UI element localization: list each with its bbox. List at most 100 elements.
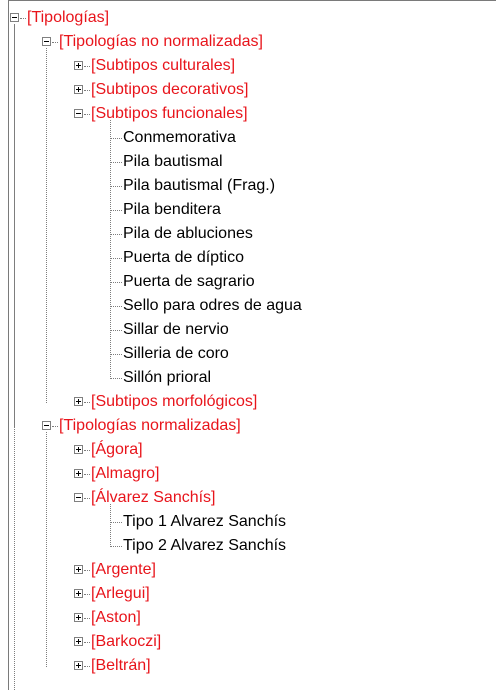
tree-connector-line [110, 330, 122, 331]
tree-connector-line [110, 234, 122, 235]
tree-connector-line [110, 378, 122, 379]
tree-node-label[interactable]: [Subtipos culturales] [91, 57, 235, 75]
expand-toggle-icon[interactable] [74, 661, 83, 670]
tree-connector-line [110, 282, 122, 283]
tree-leaf-puerta-de-sagrario[interactable]: Puerta de sagrario [9, 272, 496, 296]
tree-node-tipologias-normalizadas[interactable]: [Tipologías normalizadas] [9, 416, 496, 440]
collapse-toggle-icon[interactable] [42, 37, 51, 46]
tree-connector-line [84, 498, 90, 499]
tree-leaf-label[interactable]: Tipo 2 Alvarez Sanchís [123, 537, 286, 555]
tree-leaf-label[interactable]: Puerta de díptico [123, 249, 244, 267]
collapse-toggle-icon[interactable] [42, 421, 51, 430]
tree-leaf-silleria-de-coro[interactable]: Silleria de coro [9, 344, 496, 368]
tree-guide-line [110, 504, 111, 547]
tree-node-subtipos-funcionales[interactable]: [Subtipos funcionales] [9, 104, 496, 128]
tree-leaf-puerta-de-diptico[interactable]: Puerta de díptico [9, 248, 496, 272]
tree-node-label[interactable]: [Ágora] [91, 441, 143, 459]
tree-leaf-label[interactable]: Sillar de nervio [123, 321, 229, 339]
tree-node-label[interactable]: [Aston] [91, 609, 141, 627]
tree-connector-line [84, 474, 90, 475]
tree-node-label[interactable]: [Beltrán] [91, 657, 151, 675]
tree-node-subtipos-morfologicos[interactable]: [Subtipos morfológicos] [9, 392, 496, 416]
tree-node-alvarez-sanchis[interactable]: [Álvarez Sanchís] [9, 488, 496, 512]
tree-connector-line [110, 354, 122, 355]
tree-connector-line [84, 402, 90, 403]
tree-leaf-sillon-prioral[interactable]: Sillón prioral [9, 368, 496, 392]
tree-node-tipologias[interactable]: [Tipologías] [9, 8, 496, 32]
tree-leaf-label[interactable]: Silleria de coro [123, 345, 229, 363]
tree-node-almagro[interactable]: [Almagro] [9, 464, 496, 488]
tree-node-label[interactable]: [Tipologías no normalizadas] [59, 33, 263, 51]
tree-guide-line [110, 120, 111, 379]
tree-node-beltran[interactable]: [Beltrán] [9, 656, 496, 680]
tree-node-label[interactable]: [Almagro] [91, 465, 159, 483]
tree-node-argente[interactable]: [Argente] [9, 560, 496, 584]
tree-node-label[interactable]: [Subtipos funcionales] [91, 105, 248, 123]
tree-node-tipologias-no-normalizadas[interactable]: [Tipologías no normalizadas] [9, 32, 496, 56]
tree-leaf-label[interactable]: Pila bautismal [123, 153, 223, 171]
tree-leaf-sillar-de-nervio[interactable]: Sillar de nervio [9, 320, 496, 344]
tree-leaf-pila-bautismal[interactable]: Pila bautismal [9, 152, 496, 176]
tree-node-label[interactable]: [Tipologías normalizadas] [59, 417, 241, 435]
tree-leaf-pila-de-abluciones[interactable]: Pila de abluciones [9, 224, 496, 248]
tree-connector-line [110, 546, 122, 547]
expand-toggle-icon[interactable] [74, 637, 83, 646]
expand-toggle-icon[interactable] [74, 445, 83, 454]
tree-leaf-label[interactable]: Puerta de sagrario [123, 273, 255, 291]
tree-node-label[interactable]: [Subtipos morfológicos] [91, 393, 257, 411]
tree-connector-line [84, 618, 90, 619]
tree-connector-line [84, 642, 90, 643]
tree-leaf-tipo-2-alvarez-sanchis[interactable]: Tipo 2 Alvarez Sanchís [9, 536, 496, 560]
expand-toggle-icon[interactable] [74, 469, 83, 478]
tree-connector-line [110, 306, 122, 307]
tree-node-aston[interactable]: [Aston] [9, 608, 496, 632]
tree-node-label[interactable]: [Argente] [91, 561, 156, 579]
tree-leaf-conmemorativa[interactable]: Conmemorativa [9, 128, 496, 152]
tree-connector-line [84, 594, 90, 595]
tree-leaf-label[interactable]: Conmemorativa [123, 129, 236, 147]
tree-leaf-label[interactable]: Sello para odres de agua [123, 297, 302, 315]
collapse-toggle-icon[interactable] [74, 493, 83, 502]
tree-node-agora[interactable]: [Ágora] [9, 440, 496, 464]
tree-connector-line [110, 138, 122, 139]
tree-leaf-tipo-1-alvarez-sanchis[interactable]: Tipo 1 Alvarez Sanchís [9, 512, 496, 536]
tree-panel: [Tipologías] [Tipologías no normalizadas]… [8, 0, 496, 690]
tree-guide-line [46, 432, 47, 667]
tree-leaf-label[interactable]: Pila de abluciones [123, 225, 253, 243]
tree-node-label[interactable]: [Tipologías] [27, 9, 109, 27]
tree-node-subtipos-culturales[interactable]: [Subtipos culturales] [9, 56, 496, 80]
tree-leaf-label[interactable]: Pila benditera [123, 201, 221, 219]
tree-connector-line [84, 114, 90, 115]
expand-toggle-icon[interactable] [74, 85, 83, 94]
tree-leaf-sello-para-odres-de-agua[interactable]: Sello para odres de agua [9, 296, 496, 320]
tree-node-label[interactable]: [Subtipos decorativos] [91, 81, 248, 99]
tree-connector-line [110, 210, 122, 211]
collapse-toggle-icon[interactable] [74, 109, 83, 118]
expand-toggle-icon[interactable] [74, 61, 83, 70]
tree-node-label[interactable]: [Barkoczi] [91, 633, 161, 651]
tree-connector-line [84, 450, 90, 451]
tree-leaf-pila-bautismal-frag[interactable]: Pila bautismal (Frag.) [9, 176, 496, 200]
tree-connector-line [84, 570, 90, 571]
tree-connector-line [110, 162, 122, 163]
tree-leaf-label[interactable]: Sillón prioral [123, 369, 211, 387]
tree-node-barkoczi[interactable]: [Barkoczi] [9, 632, 496, 656]
tree-node-arlegui[interactable]: [Arlegui] [9, 584, 496, 608]
collapse-toggle-icon[interactable] [10, 13, 19, 22]
tree-leaf-label[interactable]: Tipo 1 Alvarez Sanchís [123, 513, 286, 531]
tree-leaf-label[interactable]: Pila bautismal (Frag.) [123, 177, 275, 195]
tree-connector-line [110, 522, 122, 523]
tree-connector-line [84, 90, 90, 91]
expand-toggle-icon[interactable] [74, 565, 83, 574]
tree-guide-line [14, 24, 15, 690]
tree-connector-line [110, 258, 122, 259]
tree-connector-line [52, 426, 58, 427]
tree-connector-line [84, 666, 90, 667]
tree-node-subtipos-decorativos[interactable]: [Subtipos decorativos] [9, 80, 496, 104]
expand-toggle-icon[interactable] [74, 613, 83, 622]
tree-connector-line [84, 66, 90, 67]
tree-leaf-pila-benditera[interactable]: Pila benditera [9, 200, 496, 224]
tree-node-label[interactable]: [Arlegui] [91, 585, 150, 603]
expand-toggle-icon[interactable] [74, 397, 83, 406]
expand-toggle-icon[interactable] [74, 589, 83, 598]
